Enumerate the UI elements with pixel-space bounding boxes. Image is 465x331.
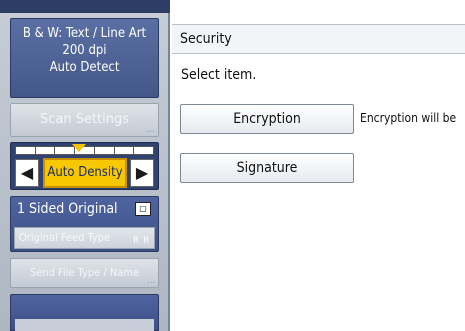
encryption-description: Encryption will be <box>360 111 457 125</box>
signature-button[interactable]: Signature <box>180 153 354 183</box>
density-darker-button[interactable]: ▶ <box>130 159 154 187</box>
scan-settings-button[interactable]: Scan Settings ... <box>10 103 159 137</box>
top-strip <box>0 0 170 13</box>
scan-mode-resolution: 200 dpi <box>62 43 107 58</box>
scan-mode-detect: Auto Detect <box>49 60 120 75</box>
security-dialog: Security Select item. Encryption Encrypt… <box>172 0 465 331</box>
density-marker-icon <box>72 144 86 152</box>
feed-type-label: Original Feed Type <box>19 231 111 244</box>
encryption-button[interactable]: Encryption <box>180 104 354 134</box>
scan-mode-box[interactable]: B & W: Text / Line Art 200 dpi Auto Dete… <box>10 18 159 98</box>
sided-original-button[interactable]: 1 Sided Original <box>17 201 118 217</box>
dialog-prompt: Select item. <box>181 67 257 83</box>
scan-settings-label: Scan Settings <box>39 112 130 127</box>
original-settings-group: 1 Sided Original ▢ Original Feed Type R … <box>10 196 159 252</box>
send-file-type-button[interactable]: Send File Type / Name ... <box>10 258 159 288</box>
bottom-panel <box>10 294 159 331</box>
send-file-label: Send File Type / Name <box>29 266 140 279</box>
density-lighter-button[interactable]: ◀ <box>15 159 39 187</box>
auto-density-button[interactable]: Auto Density <box>43 158 127 188</box>
density-control: ◀ Auto Density ▶ <box>10 142 159 190</box>
orientation-icon: R R <box>133 236 150 246</box>
dialog-title: Security <box>172 24 465 54</box>
duplex-icon: ▢ <box>135 202 151 216</box>
left-panel: B & W: Text / Line Art 200 dpi Auto Dete… <box>0 0 170 331</box>
ellipsis-icon: ... <box>146 125 155 135</box>
ellipsis-icon: ... <box>147 276 155 286</box>
original-feed-type-button[interactable]: Original Feed Type R R <box>14 227 155 249</box>
scan-mode-color: B & W: Text / Line Art <box>22 26 147 41</box>
bottom-stub <box>15 319 154 331</box>
